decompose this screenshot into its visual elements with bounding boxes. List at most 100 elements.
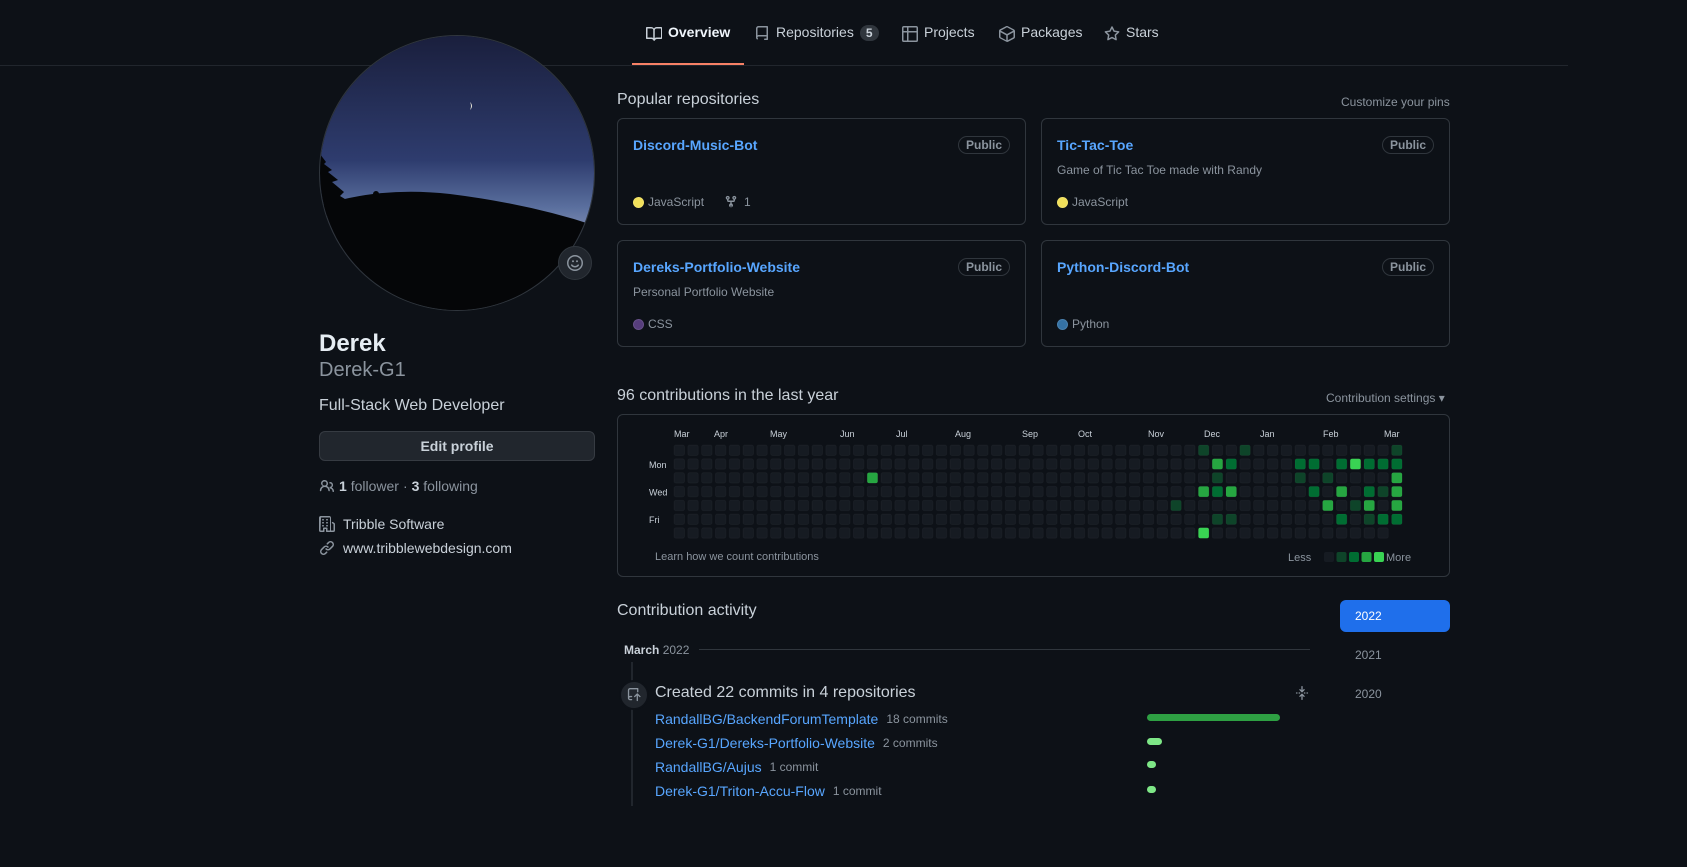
contribution-day-cell[interactable] — [701, 445, 713, 456]
contribution-day-cell[interactable] — [950, 472, 961, 484]
contribution-day-cell[interactable] — [991, 527, 1002, 539]
contribution-day-cell[interactable] — [1005, 514, 1016, 525]
contribution-day-cell[interactable] — [1115, 500, 1127, 511]
contribution-day-cell[interactable] — [1170, 514, 1182, 525]
contribution-day-cell[interactable] — [825, 500, 837, 511]
contribution-day-cell[interactable] — [1184, 486, 1196, 497]
contribution-day-cell[interactable] — [1101, 500, 1113, 511]
contribution-day-cell[interactable] — [1088, 472, 1099, 484]
tab-overview[interactable]: Overview — [631, 24, 745, 65]
contribution-day-cell[interactable] — [963, 527, 975, 539]
contribution-day-cell[interactable] — [1308, 514, 1320, 525]
contribution-day-cell[interactable] — [1046, 486, 1058, 497]
following-link[interactable]: 3 following — [412, 478, 478, 494]
contribution-day-cell[interactable] — [729, 445, 740, 456]
contribution-day-cell[interactable] — [1391, 486, 1403, 497]
contribution-day-cell[interactable] — [770, 445, 782, 456]
contribution-day-cell[interactable] — [1005, 500, 1016, 511]
contribution-day-cell[interactable] — [1308, 458, 1320, 470]
contribution-day-cell[interactable] — [839, 458, 851, 470]
contribution-day-cell[interactable] — [784, 500, 795, 511]
contribution-day-cell[interactable] — [1046, 458, 1058, 470]
contribution-day-cell[interactable] — [1046, 472, 1058, 484]
contribution-day-cell[interactable] — [1129, 445, 1140, 456]
contribution-day-cell[interactable] — [950, 486, 961, 497]
contribution-day-cell[interactable] — [1364, 486, 1375, 497]
activity-repo-link[interactable]: Derek-G1/Dereks-Portfolio-Website — [655, 735, 875, 751]
contribution-day-cell[interactable] — [1364, 472, 1375, 484]
contribution-day-cell[interactable] — [1308, 527, 1320, 539]
contribution-day-cell[interactable] — [825, 445, 837, 456]
contribution-day-cell[interactable] — [1005, 458, 1016, 470]
contribution-day-cell[interactable] — [1239, 514, 1251, 525]
contribution-day-cell[interactable] — [1060, 500, 1071, 511]
contribution-day-cell[interactable] — [1391, 514, 1403, 525]
contribution-day-cell[interactable] — [798, 486, 809, 497]
contribution-day-cell[interactable] — [1350, 472, 1361, 484]
contribution-day-cell[interactable] — [1157, 486, 1168, 497]
contribution-day-cell[interactable] — [950, 500, 961, 511]
edit-profile-button[interactable]: Edit profile — [319, 431, 595, 461]
contribution-day-cell[interactable] — [1308, 500, 1320, 511]
contribution-day-cell[interactable] — [1184, 445, 1196, 456]
contribution-day-cell[interactable] — [963, 445, 975, 456]
contribution-day-cell[interactable] — [963, 486, 975, 497]
website-link[interactable]: www.tribblewebdesign.com — [343, 540, 512, 556]
contribution-day-cell[interactable] — [1226, 472, 1237, 484]
contribution-day-cell[interactable] — [1184, 527, 1196, 539]
contribution-day-cell[interactable] — [881, 527, 892, 539]
contribution-day-cell[interactable] — [1336, 458, 1347, 470]
contribution-day-cell[interactable] — [922, 472, 933, 484]
contribution-day-cell[interactable] — [1267, 458, 1278, 470]
repo-link[interactable]: Python-Discord-Bot — [1057, 259, 1189, 275]
contribution-day-cell[interactable] — [1143, 472, 1154, 484]
commit-count-link[interactable]: 1 commit — [770, 760, 819, 774]
contribution-day-cell[interactable] — [1170, 445, 1182, 456]
contribution-day-cell[interactable] — [894, 500, 906, 511]
contribution-day-cell[interactable] — [784, 527, 795, 539]
contribution-day-cell[interactable] — [701, 527, 713, 539]
contribution-day-cell[interactable] — [674, 458, 685, 470]
contribution-day-cell[interactable] — [1377, 472, 1389, 484]
contribution-day-cell[interactable] — [743, 472, 754, 484]
tab-packages[interactable]: Packages — [999, 24, 1082, 65]
contribution-day-cell[interactable] — [1060, 472, 1071, 484]
contribution-day-cell[interactable] — [1143, 527, 1154, 539]
contribution-day-cell[interactable] — [1101, 445, 1113, 456]
contribution-day-cell[interactable] — [1060, 527, 1071, 539]
contribution-day-cell[interactable] — [1143, 500, 1154, 511]
contribution-day-cell[interactable] — [1253, 486, 1265, 497]
contribution-day-cell[interactable] — [1336, 445, 1347, 456]
contribution-day-cell[interactable] — [715, 486, 726, 497]
contribution-day-cell[interactable] — [1157, 500, 1168, 511]
contribution-day-cell[interactable] — [867, 514, 878, 525]
contribution-day-cell[interactable] — [853, 445, 864, 456]
contribution-day-cell[interactable] — [1295, 472, 1306, 484]
contribution-day-cell[interactable] — [853, 472, 864, 484]
contribution-day-cell[interactable] — [1350, 500, 1361, 511]
contribution-day-cell[interactable] — [1212, 500, 1223, 511]
contribution-day-cell[interactable] — [1377, 486, 1389, 497]
contribution-day-cell[interactable] — [1129, 458, 1140, 470]
contribution-day-cell[interactable] — [825, 514, 837, 525]
contribution-day-cell[interactable] — [1088, 486, 1099, 497]
contribution-day-cell[interactable] — [1046, 527, 1058, 539]
contribution-day-cell[interactable] — [701, 472, 713, 484]
contribution-day-cell[interactable] — [853, 458, 864, 470]
repo-link[interactable]: Dereks-Portfolio-Website — [633, 259, 800, 275]
contribution-day-cell[interactable] — [1336, 486, 1347, 497]
contribution-day-cell[interactable] — [922, 458, 933, 470]
contribution-day-cell[interactable] — [1336, 527, 1347, 539]
contribution-day-cell[interactable] — [1115, 486, 1127, 497]
contribution-day-cell[interactable] — [867, 500, 878, 511]
contribution-day-cell[interactable] — [839, 527, 851, 539]
contribution-day-cell[interactable] — [1198, 514, 1209, 525]
contribution-day-cell[interactable] — [743, 458, 754, 470]
contribution-day-cell[interactable] — [936, 514, 947, 525]
contribution-day-cell[interactable] — [839, 514, 851, 525]
set-status-button[interactable] — [558, 246, 592, 280]
contribution-day-cell[interactable] — [1267, 527, 1278, 539]
contribution-day-cell[interactable] — [1101, 514, 1113, 525]
contribution-day-cell[interactable] — [1115, 458, 1127, 470]
followers-link[interactable]: 1 follower — [339, 478, 399, 494]
